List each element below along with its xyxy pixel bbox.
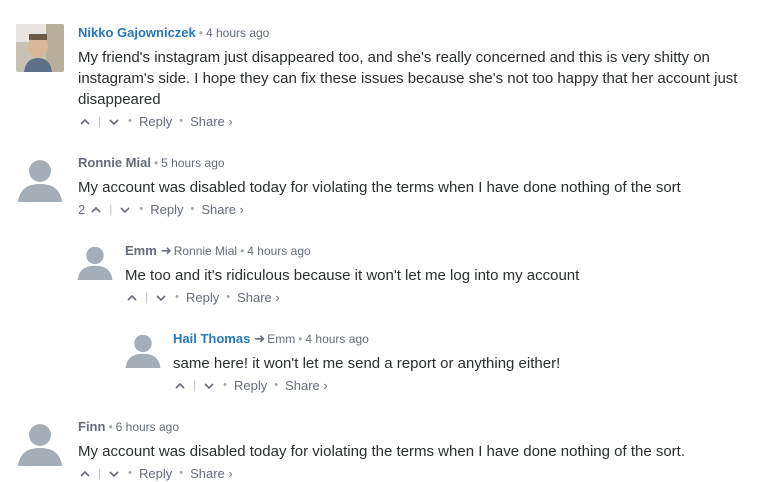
parent-author[interactable]: Ronnie Mial (174, 244, 237, 258)
comment-timestamp[interactable]: 5 hours ago (161, 156, 224, 170)
share-button[interactable]: Share › (190, 465, 233, 482)
bullet: • (274, 379, 279, 391)
chevron-down-icon[interactable] (107, 467, 121, 481)
reply-button[interactable]: Reply (139, 113, 172, 130)
chevron-up-icon[interactable] (78, 115, 92, 129)
chevron-down-icon[interactable] (154, 291, 168, 305)
bullet: • (190, 203, 195, 215)
vote-count: 2 (78, 202, 86, 217)
vote-divider: | (98, 466, 102, 480)
comment-timestamp[interactable]: 4 hours ago (206, 26, 269, 40)
comment-timestamp[interactable]: 4 hours ago (247, 244, 310, 258)
comment-text: My account was disabled today for violat… (78, 443, 686, 460)
bullet: • (128, 467, 132, 479)
bullet: • (179, 115, 184, 127)
chevron-up-icon[interactable] (89, 203, 103, 217)
vote-divider: | (109, 202, 113, 216)
reply-button[interactable]: Reply (139, 465, 172, 482)
comment-text: My account was disabled today for violat… (78, 179, 681, 196)
chevron-up-icon[interactable] (125, 291, 139, 305)
user-photo (16, 24, 64, 72)
chevron-down-icon[interactable] (107, 115, 121, 129)
comment-timestamp[interactable]: 4 hours ago (305, 332, 368, 346)
avatar[interactable] (16, 418, 64, 466)
chevron-up-icon[interactable] (173, 379, 187, 393)
comment-text: Me too and it's ridiculous because it wo… (125, 267, 580, 284)
avatar[interactable] (124, 330, 162, 368)
avatar[interactable] (16, 154, 64, 202)
avatar[interactable] (76, 242, 114, 280)
default-avatar-icon (16, 154, 64, 202)
bullet: • (198, 26, 203, 40)
bullet: • (223, 379, 227, 391)
comment-author[interactable]: Finn (78, 419, 105, 434)
comment-actions: | • Reply • Share › (173, 377, 745, 394)
reply-button[interactable]: Reply (186, 289, 219, 306)
default-avatar-icon (16, 418, 64, 466)
chevron-up-icon[interactable] (78, 467, 92, 481)
bullet: • (179, 467, 184, 479)
share-button[interactable]: Share › (237, 289, 280, 306)
comment-actions: | • Reply • Share › (78, 465, 746, 482)
comment-author[interactable]: Ronnie Mial (78, 155, 151, 170)
vote-divider: | (145, 290, 149, 304)
reply-arrow-icon: ➜ (160, 243, 172, 258)
share-button[interactable]: Share › (201, 201, 244, 218)
reply-button[interactable]: Reply (234, 377, 267, 394)
default-avatar-icon (124, 330, 162, 368)
comment-actions: 2 | • Reply • Share › (78, 201, 746, 218)
parent-author[interactable]: Emm (267, 332, 295, 346)
chevron-down-icon[interactable] (118, 203, 132, 217)
reply-button[interactable]: Reply (150, 201, 183, 218)
default-avatar-icon (76, 242, 114, 280)
avatar[interactable] (16, 24, 64, 72)
bullet: • (108, 420, 113, 434)
vote-divider: | (98, 114, 102, 128)
comment-author[interactable]: Emm (125, 243, 157, 258)
bullet: • (175, 291, 179, 303)
comment-text: My friend's instagram just disappeared t… (78, 49, 738, 108)
comment-author[interactable]: Hail Thomas (173, 331, 250, 346)
comment-actions: | • Reply • Share › (125, 289, 745, 306)
share-button[interactable]: Share › (190, 113, 233, 130)
comment-text: same here! it won't let me send a report… (173, 355, 561, 372)
reply-arrow-icon: ➜ (254, 331, 266, 346)
comment-timestamp[interactable]: 6 hours ago (116, 420, 179, 434)
bullet: • (139, 203, 144, 215)
bullet: • (153, 156, 159, 170)
share-button[interactable]: Share › (285, 377, 328, 394)
bullet: • (128, 115, 132, 127)
bullet: • (298, 332, 303, 346)
bullet: • (240, 244, 245, 258)
bullet: • (226, 291, 231, 303)
vote-divider: | (193, 378, 197, 392)
comment-author[interactable]: Nikko Gajowniczek (78, 25, 196, 40)
comment-actions: | • Reply • Share › (78, 113, 746, 130)
chevron-down-icon[interactable] (202, 379, 216, 393)
